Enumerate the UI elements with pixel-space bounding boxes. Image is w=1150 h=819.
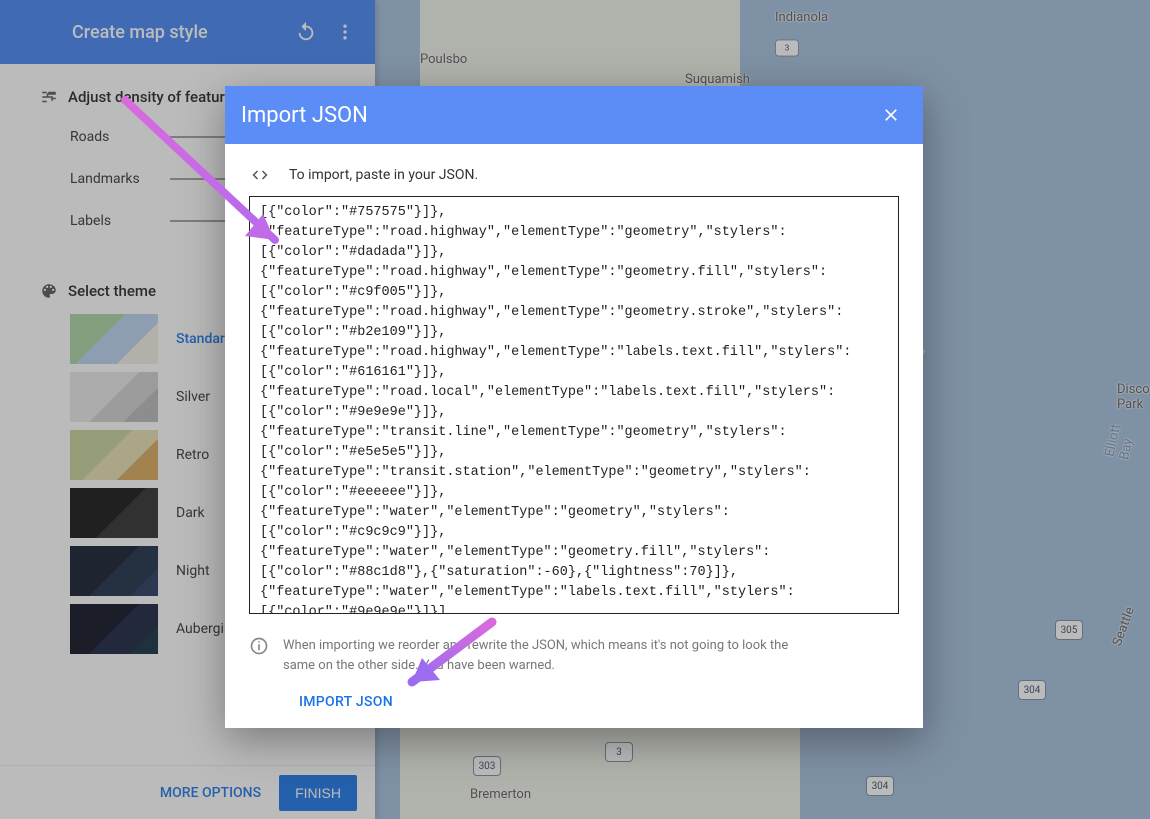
dialog-header: Import JSON: [225, 86, 923, 144]
close-icon[interactable]: [881, 105, 901, 125]
import-json-dialog: Import JSON To import, paste in your JSO…: [225, 86, 923, 728]
dialog-prompt: To import, paste in your JSON.: [289, 167, 478, 183]
import-json-button[interactable]: IMPORT JSON: [299, 694, 393, 710]
code-icon: [249, 166, 271, 184]
info-icon: [249, 636, 269, 656]
json-textarea[interactable]: [249, 196, 899, 614]
dialog-title: Import JSON: [241, 103, 368, 128]
dialog-warning: When importing we reorder and rewrite th…: [283, 636, 813, 675]
